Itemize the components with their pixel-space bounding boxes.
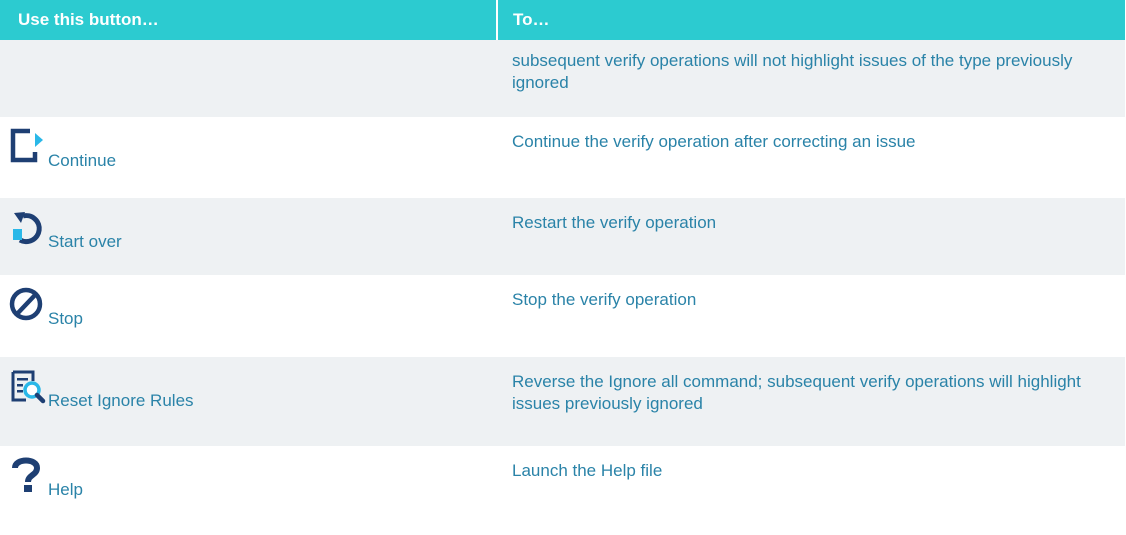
help-button[interactable]: Help <box>8 456 497 499</box>
description-cell: Launch the Help file <box>497 446 1125 535</box>
button-cell <box>0 40 497 117</box>
button-cell: Stop <box>0 275 497 357</box>
start-over-icon <box>8 208 46 246</box>
description-cell: Continue the verify operation after corr… <box>497 117 1125 198</box>
table-row: Reset Ignore Rules Reverse the Ignore al… <box>0 357 1125 446</box>
table-row: Start over Restart the verify operation <box>0 198 1125 275</box>
help-icon <box>8 456 46 494</box>
reset-ignore-rules-label: Reset Ignore Rules <box>48 391 194 410</box>
button-cell: Help <box>0 446 497 535</box>
stop-label: Stop <box>48 309 83 328</box>
reset-ignore-rules-button[interactable]: Reset Ignore Rules <box>8 367 497 410</box>
button-cell: Start over <box>0 198 497 275</box>
help-label: Help <box>48 480 83 499</box>
table-row: subsequent verify operations will not hi… <box>0 40 1125 117</box>
column-header-purpose: To… <box>496 0 1125 40</box>
button-cell: Continue <box>0 117 497 198</box>
start-over-label: Start over <box>48 232 122 251</box>
description-cell: Restart the verify operation <box>497 198 1125 275</box>
continue-button[interactable]: Continue <box>8 127 497 170</box>
description-cell: Stop the verify operation <box>497 275 1125 357</box>
continue-label: Continue <box>48 151 117 170</box>
stop-button[interactable]: Stop <box>8 285 497 328</box>
stop-icon <box>8 285 46 323</box>
column-header-button: Use this button… <box>0 0 497 40</box>
table-row: Continue Continue the verify operation a… <box>0 117 1125 198</box>
reset-ignore-rules-icon <box>8 367 46 405</box>
table-header-row: Use this button… To… <box>0 0 1125 40</box>
continue-icon <box>8 127 46 165</box>
description-cell: subsequent verify operations will not hi… <box>497 40 1125 117</box>
button-cell: Reset Ignore Rules <box>0 357 497 446</box>
table-row: Stop Stop the verify operation <box>0 275 1125 357</box>
description-cell: Reverse the Ignore all command; subseque… <box>497 357 1125 446</box>
table-row: Help Launch the Help file <box>0 446 1125 535</box>
start-over-button[interactable]: Start over <box>8 208 497 251</box>
